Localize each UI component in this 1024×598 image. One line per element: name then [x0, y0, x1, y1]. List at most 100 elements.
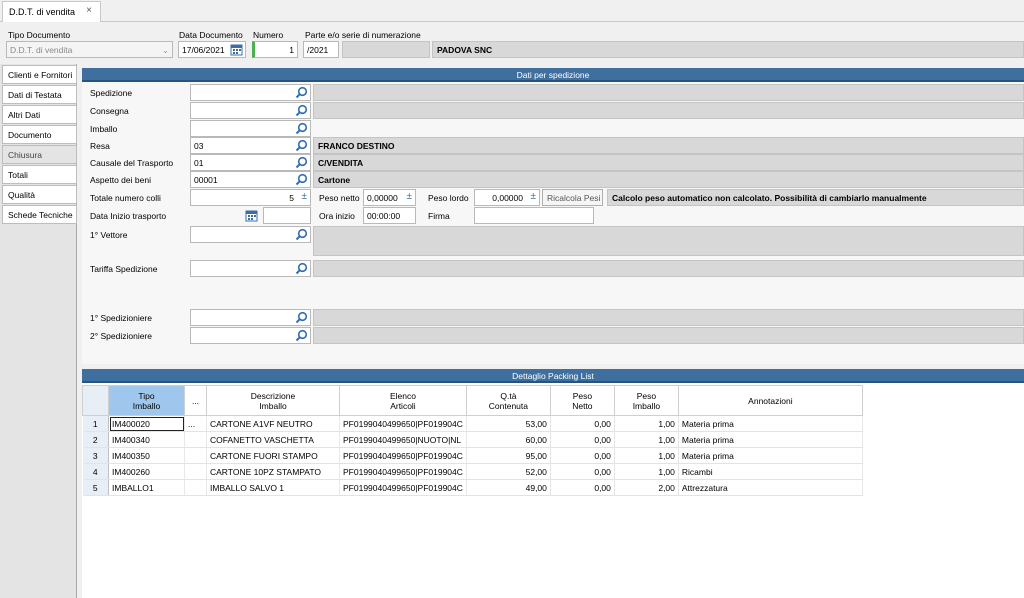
descrizione-cell[interactable]: IMBALLO SALVO 1	[206, 479, 340, 496]
annotazioni-cell[interactable]: Materia prima	[678, 447, 863, 464]
qta-cell[interactable]: 95,00	[466, 447, 551, 464]
calendar-icon[interactable]	[245, 209, 258, 222]
firma-input[interactable]	[474, 207, 594, 224]
data-inizio-extra[interactable]	[263, 207, 311, 224]
table-row[interactable]: 4 IM400260 CARTONE 10PZ STAMPATO PF01990404…	[82, 463, 863, 480]
aspetto-input[interactable]: 00001	[190, 171, 311, 188]
spedizioniere2-input[interactable]	[190, 327, 311, 344]
elenco-articoli-cell[interactable]: PF0199040499650|PF019904C	[339, 447, 467, 464]
spin-icon[interactable]: ±	[407, 191, 413, 202]
search-icon[interactable]	[295, 228, 308, 241]
search-icon[interactable]	[295, 329, 308, 342]
descrizione-cell[interactable]: CARTONE FUORI STAMPO	[206, 447, 340, 464]
consegna-input[interactable]	[190, 102, 311, 119]
peso-imballo-cell[interactable]: 1,00	[614, 447, 679, 464]
search-icon[interactable]	[295, 122, 308, 135]
elenco-articoli-cell[interactable]: PF0199040499650|NUOTO|NL	[339, 431, 467, 448]
sidebar-item-schede[interactable]: Schede Tecniche	[2, 205, 77, 224]
qta-cell[interactable]: 49,00	[466, 479, 551, 496]
peso-netto-cell[interactable]: 0,00	[550, 431, 615, 448]
elenco-articoli-cell[interactable]: PF0199040499650|PF019904C	[339, 415, 467, 432]
peso-imballo-cell[interactable]: 1,00	[614, 431, 679, 448]
column-header-tipo[interactable]: Tipo Imballo	[108, 385, 185, 416]
search-icon[interactable]	[295, 173, 308, 186]
causale-input[interactable]: 01	[190, 154, 311, 171]
tipo-imballo-cell[interactable]: IMBALLO1	[108, 479, 185, 496]
serie-field[interactable]: /2021	[303, 41, 339, 58]
descrizione-cell[interactable]: CARTONE A1VF NEUTRO	[206, 415, 340, 432]
sidebar-item-chiusura[interactable]: Chiusura	[2, 145, 77, 164]
column-header-peso-netto[interactable]: Peso Netto	[549, 385, 615, 416]
peso-netto-cell[interactable]: 0,00	[550, 463, 615, 480]
sidebar-item-qualita[interactable]: Qualità	[2, 185, 77, 204]
tipo-imballo-cell[interactable]: IM400020	[108, 415, 185, 432]
column-header-peso-imballo[interactable]: Peso Imballo	[613, 385, 679, 416]
colli-input[interactable]: 5 ±	[190, 189, 311, 206]
vettore-input[interactable]	[190, 226, 311, 243]
sidebar-item-altri-dati[interactable]: Altri Dati	[2, 105, 77, 124]
peso-imballo-cell[interactable]: 1,00	[614, 415, 679, 432]
tariffa-input[interactable]	[190, 260, 311, 277]
spedizioniere2-label: 2° Spedizioniere	[90, 331, 152, 341]
numero-field[interactable]: 1	[252, 41, 298, 58]
annotazioni-cell[interactable]: Materia prima	[678, 415, 863, 432]
sidebar-item-totali[interactable]: Totali	[2, 165, 77, 184]
column-header-annotazioni[interactable]: Annotazioni	[677, 385, 863, 416]
column-header-ellipsis[interactable]: ...	[184, 385, 207, 416]
search-icon[interactable]	[295, 311, 308, 324]
imballo-input[interactable]	[190, 120, 311, 137]
peso-imballo-cell[interactable]: 2,00	[614, 479, 679, 496]
sidebar-item-testata[interactable]: Dati di Testata	[2, 85, 77, 104]
spin-icon[interactable]: ±	[302, 191, 308, 202]
peso-netto-cell[interactable]: 0,00	[550, 479, 615, 496]
peso-imballo-cell[interactable]: 1,00	[614, 463, 679, 480]
ellipsis-cell[interactable]: ...	[184, 415, 207, 432]
annotazioni-cell[interactable]: Attrezzatura	[678, 479, 863, 496]
data-documento-field[interactable]: 17/06/2021	[178, 41, 246, 58]
table-row[interactable]: 1 IM400020... CARTONE A1VF NEUTRO PF0199040…	[82, 415, 863, 432]
close-icon[interactable]: ×	[86, 5, 92, 16]
peso-lordo-input[interactable]: 0,00000 ±	[474, 189, 540, 206]
elenco-articoli-cell[interactable]: PF0199040499650|PF019904C	[339, 479, 467, 496]
annotazioni-cell[interactable]: Ricambi	[678, 463, 863, 480]
ellipsis-cell[interactable]	[184, 447, 207, 464]
search-icon[interactable]	[295, 86, 308, 99]
tipo-imballo-cell[interactable]: IM400350	[108, 447, 185, 464]
ora-inizio-input[interactable]: 00:00:00	[363, 207, 416, 224]
column-header-elenco[interactable]: Elenco Articoli	[339, 385, 467, 416]
peso-netto-input[interactable]: 0,00000 ±	[363, 189, 416, 206]
table-row[interactable]: 3 IM400350 CARTONE FUORI STAMPO PF019904049…	[82, 447, 863, 464]
peso-netto-cell[interactable]: 0,00	[550, 415, 615, 432]
search-icon[interactable]	[295, 156, 308, 169]
peso-netto-cell[interactable]: 0,00	[550, 447, 615, 464]
qta-cell[interactable]: 52,00	[466, 463, 551, 480]
column-header-descrizione[interactable]: Descrizione Imballo	[206, 385, 340, 416]
elenco-articoli-cell[interactable]: PF0199040499650|PF019904C	[339, 463, 467, 480]
spedizione-input[interactable]	[190, 84, 311, 101]
ellipsis-cell[interactable]	[184, 431, 207, 448]
tipo-imballo-cell[interactable]: IM400340	[108, 431, 185, 448]
table-row[interactable]: 5 IMBALLO1 IMBALLO SALVO 1 PF0199040499650|…	[82, 479, 863, 496]
qta-cell[interactable]: 53,00	[466, 415, 551, 432]
tipo-documento-select[interactable]: D.D.T. di vendita ⌄	[6, 41, 173, 58]
tipo-imballo-cell[interactable]: IM400260	[108, 463, 185, 480]
ellipsis-cell[interactable]	[184, 479, 207, 496]
tab-ddt-vendita[interactable]: D.D.T. di vendita ×	[2, 1, 101, 22]
column-header-qta[interactable]: Q.tà Contenuta	[465, 385, 551, 416]
calendar-icon[interactable]	[230, 43, 243, 56]
ellipsis-cell[interactable]	[184, 463, 207, 480]
sidebar-item-documento[interactable]: Documento	[2, 125, 77, 144]
sidebar-item-clienti[interactable]: Clienti e Fornitori	[2, 65, 77, 84]
resa-input[interactable]: 03	[190, 137, 311, 154]
table-row[interactable]: 2 IM400340 COFANETTO VASCHETTA PF0199040499…	[82, 431, 863, 448]
search-icon[interactable]	[295, 262, 308, 275]
search-icon[interactable]	[295, 139, 308, 152]
annotazioni-cell[interactable]: Materia prima	[678, 431, 863, 448]
qta-cell[interactable]: 60,00	[466, 431, 551, 448]
spedizioniere1-input[interactable]	[190, 309, 311, 326]
search-icon[interactable]	[295, 104, 308, 117]
ricalcola-pesi-button[interactable]: Ricalcola Pesi	[542, 189, 603, 206]
descrizione-cell[interactable]: COFANETTO VASCHETTA	[206, 431, 340, 448]
spin-icon[interactable]: ±	[531, 191, 537, 202]
descrizione-cell[interactable]: CARTONE 10PZ STAMPATO	[206, 463, 340, 480]
